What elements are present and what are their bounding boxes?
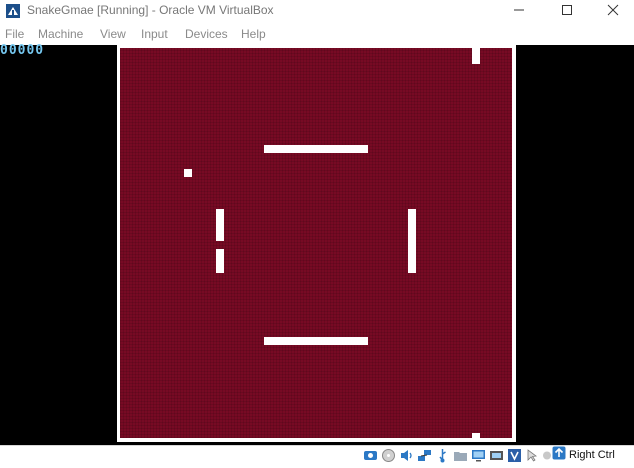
game-arena bbox=[120, 48, 512, 438]
game-playfield bbox=[117, 45, 516, 442]
wall-bottom-right bbox=[472, 433, 480, 438]
minimize-button[interactable] bbox=[496, 0, 542, 20]
minimize-icon bbox=[514, 9, 524, 11]
wall-left-upper bbox=[216, 209, 224, 241]
wall-left-lower bbox=[216, 249, 224, 273]
menu-help[interactable]: Help bbox=[241, 27, 266, 42]
wall-bottom-horizontal bbox=[264, 337, 368, 345]
menu-machine[interactable]: Machine bbox=[38, 27, 83, 42]
status-bar: Right Ctrl bbox=[0, 445, 634, 464]
close-icon bbox=[607, 4, 619, 16]
window-title: SnakeGmae [Running] - Oracle VM VirtualB… bbox=[27, 3, 274, 17]
menu-devices[interactable]: Devices bbox=[185, 27, 228, 42]
host-key-label: Right Ctrl bbox=[569, 449, 615, 461]
window-title-bar[interactable]: SnakeGmae [Running] - Oracle VM VirtualB… bbox=[0, 0, 634, 22]
recording-icon[interactable] bbox=[489, 448, 504, 463]
wall-top-right bbox=[472, 48, 480, 64]
virtualization-icon[interactable] bbox=[507, 448, 522, 463]
menu-bar: File Machine View Input Devices Help bbox=[0, 22, 634, 46]
display-icon[interactable] bbox=[471, 448, 486, 463]
wall-right-vertical bbox=[408, 209, 416, 273]
network-icon[interactable] bbox=[417, 448, 432, 463]
menu-input[interactable]: Input bbox=[141, 27, 168, 42]
audio-icon[interactable] bbox=[399, 448, 414, 463]
close-button[interactable] bbox=[590, 0, 634, 20]
shared-folders-icon[interactable] bbox=[453, 448, 468, 463]
food-pellet bbox=[184, 169, 192, 177]
virtualbox-icon bbox=[5, 3, 21, 19]
maximize-button[interactable] bbox=[544, 0, 590, 20]
menu-view[interactable]: View bbox=[100, 27, 126, 42]
host-key-indicator[interactable]: Right Ctrl bbox=[552, 446, 615, 465]
guest-display[interactable]: 00000 bbox=[0, 43, 634, 445]
menu-file[interactable]: File bbox=[5, 27, 24, 42]
usb-icon[interactable] bbox=[435, 448, 450, 463]
host-key-arrow-icon bbox=[552, 446, 566, 465]
hard-disk-icon[interactable] bbox=[363, 448, 378, 463]
optical-drive-icon[interactable] bbox=[381, 448, 396, 463]
wall-top-horizontal bbox=[264, 145, 368, 153]
mouse-integration-icon[interactable] bbox=[525, 448, 540, 463]
game-score: 00000 bbox=[0, 43, 45, 58]
maximize-icon bbox=[562, 5, 572, 15]
